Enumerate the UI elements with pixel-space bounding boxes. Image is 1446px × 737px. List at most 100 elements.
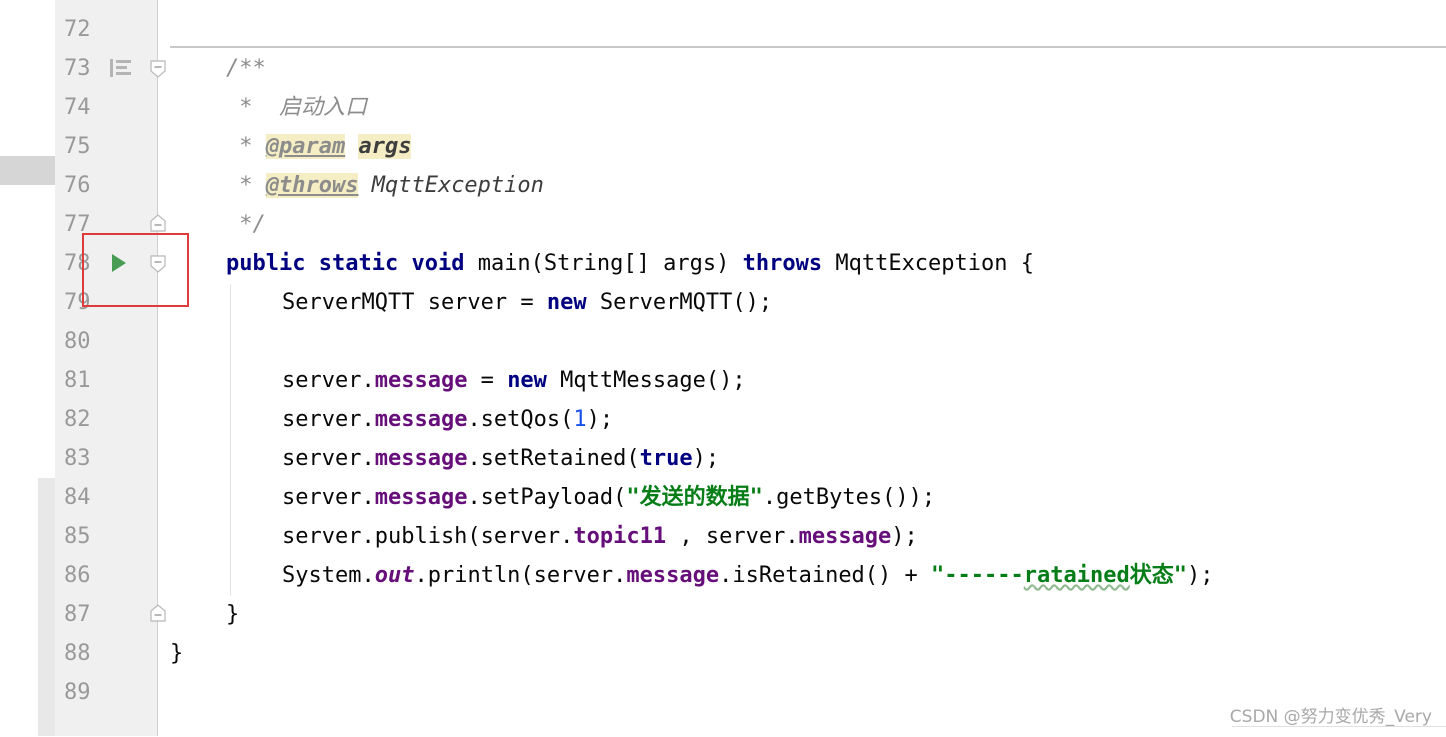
code-token: new — [546, 290, 587, 315]
code-line[interactable]: 76 * @throws MqttException — [0, 166, 1446, 205]
code-token: = — [467, 368, 508, 393]
code-token: MqttMessage(); — [546, 368, 746, 393]
code-token: .getBytes()); — [762, 485, 936, 510]
line-number: 75 — [64, 134, 91, 159]
code-token: new — [507, 368, 547, 393]
code-token: out — [374, 563, 415, 588]
line-number: 89 — [64, 680, 91, 705]
code-text: /** — [226, 49, 266, 88]
code-editor: 72 73/** 74 * 启动入口 75 * @param args 76 * @th… — [0, 0, 1446, 736]
code-token: main(String[] args) — [464, 251, 743, 276]
code-text: } — [226, 595, 239, 634]
code-token: @param — [265, 134, 346, 159]
code-token: /** — [226, 56, 266, 81]
code-token: true — [639, 446, 693, 471]
code-token: server. — [282, 407, 375, 432]
code-token: server.publish(server. — [282, 524, 574, 549]
code-token: */ — [226, 212, 266, 237]
code-token: @throws — [265, 173, 359, 198]
code-token: .setQos( — [467, 407, 574, 432]
code-token: * — [226, 134, 266, 159]
code-token: server. — [282, 368, 375, 393]
code-line[interactable]: 79 ServerMQTT server = new ServerMQTT(); — [0, 283, 1446, 322]
line-number: 86 — [64, 563, 91, 588]
code-text: * @throws MqttException — [226, 166, 544, 205]
code-text: System.out.println(server.message.isReta… — [282, 556, 1213, 595]
code-token: MqttException { — [822, 251, 1035, 276]
code-token: * 启动入口 — [226, 95, 367, 120]
code-line[interactable]: 83 server.message.setRetained(true); — [0, 439, 1446, 478]
run-icon-highlight-box — [82, 233, 189, 307]
line-number: 83 — [64, 446, 91, 471]
line-number: 82 — [64, 407, 91, 432]
code-token: ServerMQTT server = — [282, 290, 547, 315]
code-token: throws — [742, 251, 823, 276]
fold-end-icon[interactable] — [150, 214, 166, 232]
code-text: * 启动入口 — [226, 88, 367, 127]
code-line[interactable]: 81 server.message = new MqttMessage(); — [0, 361, 1446, 400]
line-number: 73 — [64, 56, 91, 81]
code-token: .println(server. — [414, 563, 627, 588]
line-number: 74 — [64, 95, 91, 120]
code-text: server.message.setQos(1); — [282, 400, 613, 439]
line-number: 80 — [64, 329, 91, 354]
code-line[interactable]: 82 server.message.setQos(1); — [0, 400, 1446, 439]
code-line[interactable]: 78 public static void main(String[] args)… — [0, 244, 1446, 283]
code-token: static — [318, 251, 399, 276]
code-token: .setRetained( — [467, 446, 640, 471]
line-number: 81 — [64, 368, 91, 393]
code-text: ServerMQTT server = new ServerMQTT(); — [282, 283, 772, 322]
code-line[interactable]: 84 server.message.setPayload("发送的数据".getB… — [0, 478, 1446, 517]
bottom-edge-line — [1232, 726, 1446, 737]
doc-render-icon[interactable] — [109, 58, 133, 78]
line-number: 84 — [64, 485, 91, 510]
fold-start-icon[interactable] — [150, 60, 166, 78]
code-token: MqttException — [371, 173, 544, 198]
code-line[interactable]: 80 — [0, 322, 1446, 361]
code-token: ServerMQTT(); — [586, 290, 773, 315]
code-text: public static void main(String[] args) t… — [226, 244, 1034, 283]
code-token: message — [626, 563, 720, 588]
line-number: 85 — [64, 524, 91, 549]
code-token: 状态" — [1129, 563, 1187, 588]
code-line[interactable]: 77 */ — [0, 205, 1446, 244]
line-number: 72 — [64, 17, 91, 42]
line-number: 87 — [64, 602, 91, 627]
code-text: * @param args — [226, 127, 412, 166]
code-line[interactable]: 73 /** — [0, 49, 1446, 88]
code-token: message — [374, 485, 468, 510]
code-token: public — [226, 251, 306, 276]
code-token: topic11 — [573, 524, 667, 549]
code-token: * — [226, 173, 266, 198]
code-text: */ — [226, 205, 266, 244]
code-line[interactable]: 87} — [0, 595, 1446, 634]
code-token: message — [798, 524, 892, 549]
code-token: ); — [1186, 563, 1214, 588]
code-token: System. — [282, 563, 375, 588]
code-token: ); — [692, 446, 720, 471]
code-token: 1 — [573, 407, 587, 432]
code-line[interactable]: 86 System.out.println(server.message.isRe… — [0, 556, 1446, 595]
code-line[interactable]: 72 — [0, 10, 1446, 49]
code-text: server.message = new MqttMessage(); — [282, 361, 746, 400]
code-line[interactable]: 88} — [0, 634, 1446, 673]
line-number: 76 — [64, 173, 91, 198]
code-token: message — [374, 407, 468, 432]
code-token: message — [374, 368, 468, 393]
code-token: .setPayload( — [467, 485, 627, 510]
code-line[interactable]: 74 * 启动入口 — [0, 88, 1446, 127]
code-token: void — [411, 251, 465, 276]
code-token: "------ — [931, 563, 1024, 588]
code-token: , server. — [666, 524, 799, 549]
code-text: } — [170, 634, 183, 673]
fold-end-icon[interactable] — [150, 604, 166, 622]
code-token: server. — [282, 485, 375, 510]
code-token: .isRetained() + — [719, 563, 932, 588]
code-text: server.publish(server.topic11 , server.m… — [282, 517, 918, 556]
code-line[interactable]: 75 * @param args — [0, 127, 1446, 166]
code-token: } — [170, 641, 184, 666]
code-line[interactable]: 85 server.publish(server.topic11 , server… — [0, 517, 1446, 556]
